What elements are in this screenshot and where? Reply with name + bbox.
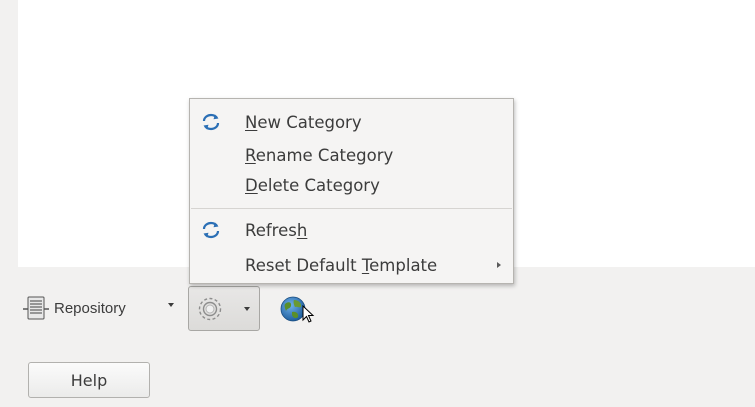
menu-item-new-category[interactable]: New Category	[190, 107, 513, 137]
settings-menu-button[interactable]	[188, 286, 260, 331]
menu-item-label: Reset Default Template	[245, 255, 438, 275]
chevron-down-icon	[244, 307, 250, 311]
bottom-toolbar: Repository	[0, 285, 755, 335]
refresh-arrows-icon	[202, 113, 220, 131]
menu-item-delete-category[interactable]: Delete Category	[190, 170, 513, 200]
globe-button[interactable]	[279, 295, 319, 331]
menu-item-rename-category[interactable]: Rename Category	[190, 140, 513, 170]
chevron-right-icon	[497, 262, 501, 268]
server-rack-icon	[23, 296, 49, 320]
menu-item-label: New Category	[245, 112, 362, 132]
menu-item-reset-default-template[interactable]: Reset Default Template	[190, 250, 513, 280]
menu-separator	[191, 208, 512, 209]
menu-item-refresh[interactable]: Refresh	[190, 215, 513, 245]
context-menu: New Category Rename Category Delete Cate…	[189, 98, 514, 284]
gear-icon	[198, 297, 222, 321]
left-border	[0, 0, 18, 267]
menu-item-label: Rename Category	[245, 145, 394, 165]
menu-item-label: Refresh	[245, 220, 308, 240]
repository-dropdown-arrow[interactable]	[168, 303, 174, 307]
menu-item-label: Delete Category	[245, 175, 380, 195]
mouse-pointer-icon	[302, 305, 315, 323]
help-button[interactable]: Help	[28, 362, 150, 398]
repository-button[interactable]: Repository	[22, 293, 126, 323]
repository-label: Repository	[54, 299, 126, 317]
refresh-arrows-icon	[202, 221, 220, 239]
application-window: Repository Help New Category Rename Cate…	[0, 0, 755, 407]
